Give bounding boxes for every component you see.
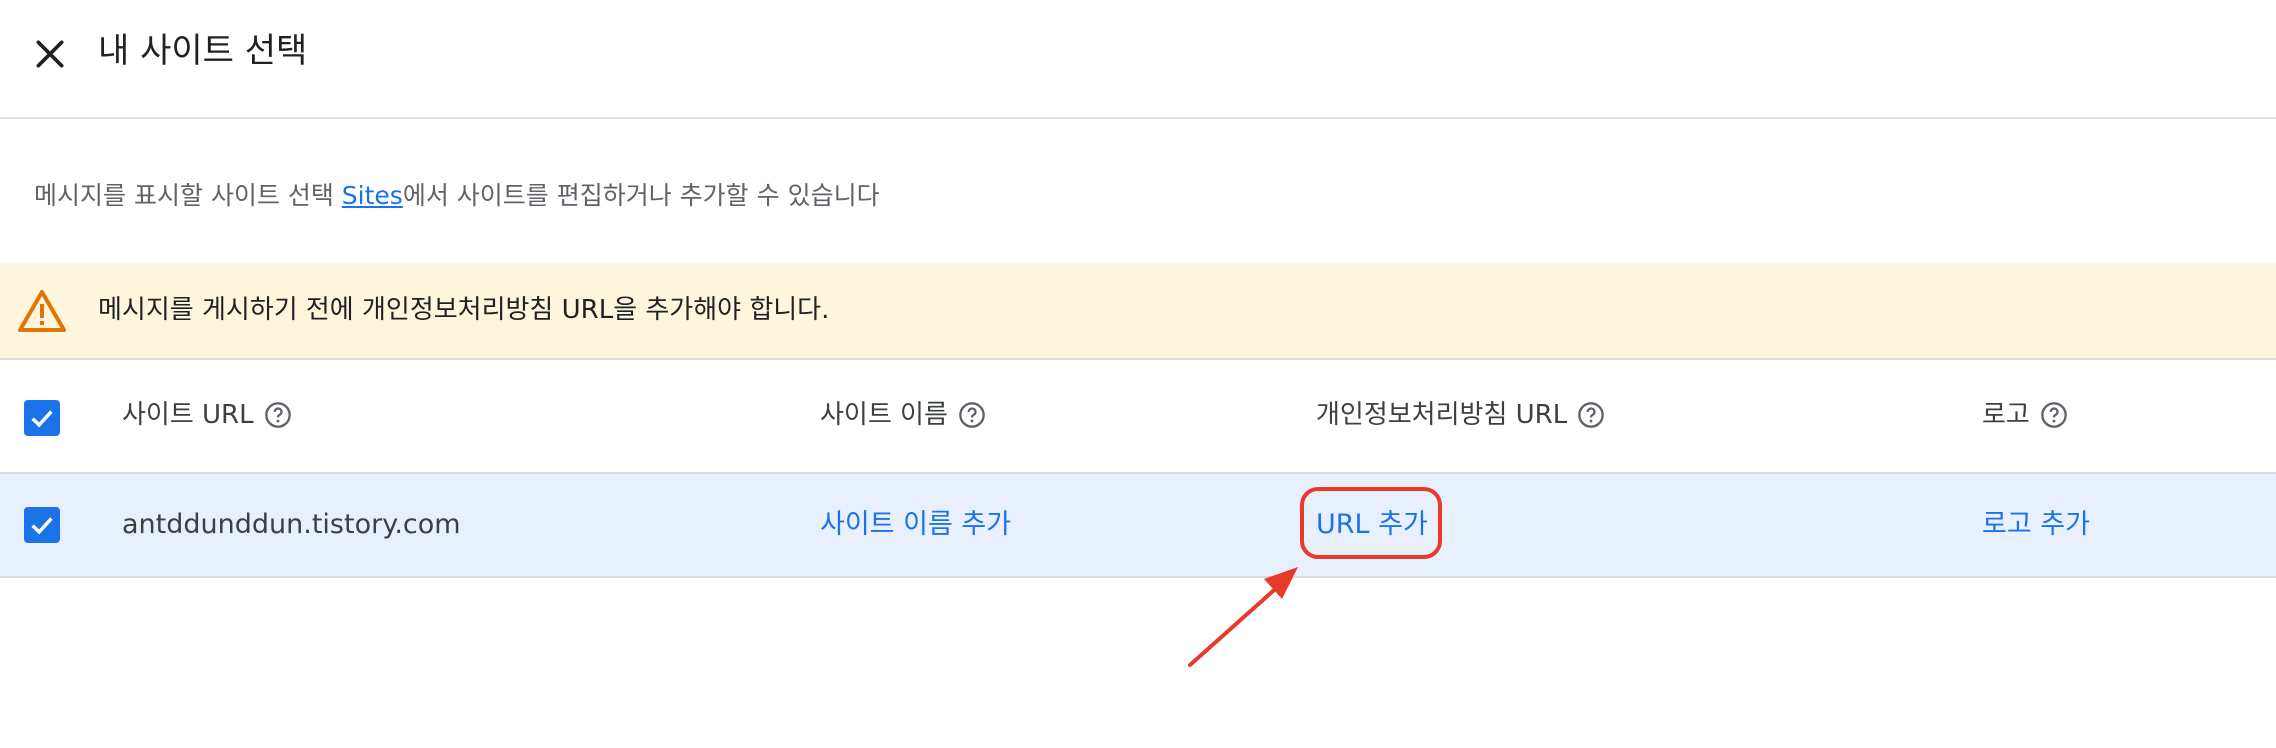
add-logo-link[interactable]: 로고 추가 — [1982, 506, 2090, 544]
page-title: 내 사이트 선택 — [98, 31, 308, 71]
column-header-privacy-url: 개인정보처리방침 URL — [1316, 396, 1605, 434]
help-icon[interactable] — [2040, 401, 2068, 429]
help-icon[interactable] — [1577, 401, 1605, 429]
description: 메시지를 표시할 사이트 선택 Sites에서 사이트를 편집하거나 추가할 수… — [34, 178, 880, 214]
close-icon[interactable] — [30, 34, 70, 74]
column-label: 사이트 URL — [122, 400, 254, 430]
description-suffix: 에서 사이트를 편집하거나 추가할 수 있습니다 — [402, 181, 880, 210]
select-all-checkbox[interactable] — [24, 400, 60, 436]
check-icon — [31, 410, 53, 428]
column-label: 사이트 이름 — [820, 400, 948, 430]
column-label: 개인정보처리방침 URL — [1316, 400, 1568, 430]
site-url-cell: antddunddun.tistory.com — [122, 509, 461, 540]
column-header-site-name: 사이트 이름 — [820, 396, 986, 434]
annotation-highlight-box — [1300, 487, 1442, 559]
sites-link[interactable]: Sites — [342, 181, 403, 210]
check-icon — [31, 517, 53, 535]
warning-icon — [18, 290, 66, 332]
row-checkbox[interactable] — [24, 507, 60, 543]
column-header-logo: 로고 — [1982, 396, 2068, 434]
annotation-arrow-icon — [1188, 567, 1298, 667]
help-icon[interactable] — [958, 401, 986, 429]
warning-banner: 메시지를 게시하기 전에 개인정보처리방침 URL을 추가해야 합니다. — [0, 263, 2276, 360]
table-header: 사이트 URL 사이트 이름 개인정보처리방침 URL 로고 — [0, 360, 2276, 474]
column-label: 로고 — [1982, 400, 2030, 430]
warning-text: 메시지를 게시하기 전에 개인정보처리방침 URL을 추가해야 합니다. — [98, 295, 830, 325]
help-icon[interactable] — [264, 401, 292, 429]
add-site-name-link[interactable]: 사이트 이름 추가 — [820, 506, 1011, 544]
description-prefix: 메시지를 표시할 사이트 선택 — [34, 181, 342, 210]
dialog-header: 내 사이트 선택 — [0, 0, 2276, 119]
column-header-site-url: 사이트 URL — [122, 396, 292, 434]
table-row: antddunddun.tistory.com 사이트 이름 추가 URL 추가… — [0, 474, 2276, 578]
